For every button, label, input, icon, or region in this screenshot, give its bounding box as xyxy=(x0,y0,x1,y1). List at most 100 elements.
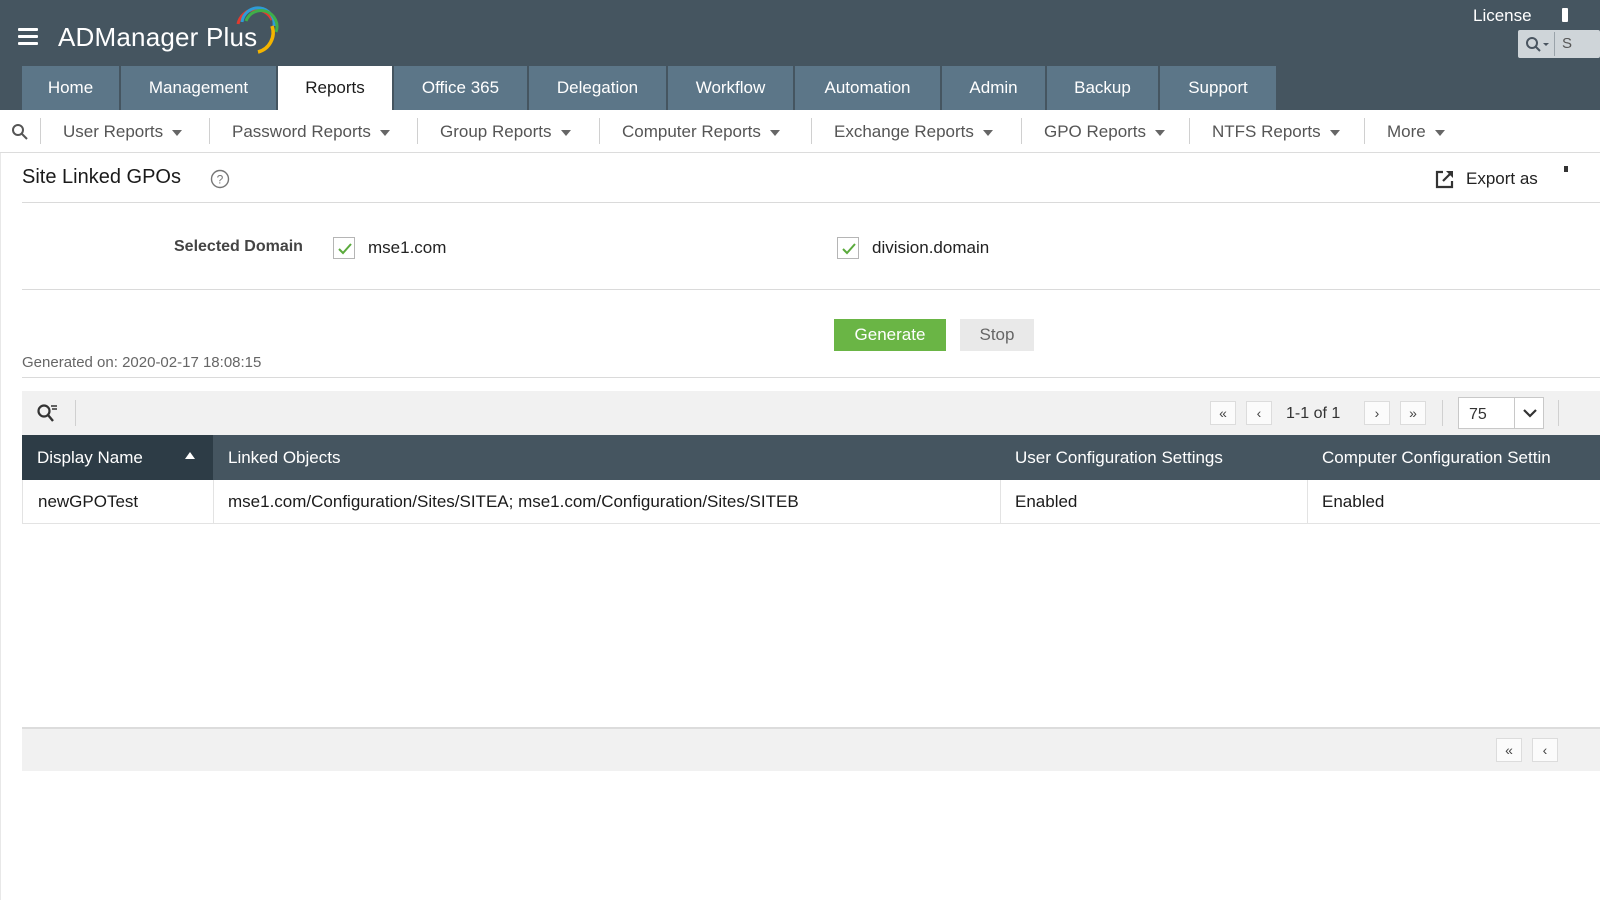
sub-nav-divider xyxy=(811,118,812,144)
hamburger-menu-icon[interactable] xyxy=(18,28,38,46)
caret-down-icon xyxy=(560,129,571,136)
table-row[interactable]: newGPOTest mse1.com/Configuration/Sites/… xyxy=(22,480,1600,524)
content-left-border xyxy=(0,153,1,900)
domain-divider xyxy=(22,289,1600,290)
sub-nav-divider xyxy=(599,118,600,144)
export-icon[interactable] xyxy=(1435,169,1455,189)
tab-workflow[interactable]: Workflow xyxy=(668,66,793,110)
export-as-button[interactable]: Export as xyxy=(1466,169,1538,189)
sub-nav-label: More xyxy=(1387,122,1426,141)
cell-display-name: newGPOTest xyxy=(38,491,139,511)
tab-reports[interactable]: Reports xyxy=(278,66,392,110)
column-divider xyxy=(1307,480,1308,524)
domain-checkbox-mse1[interactable] xyxy=(333,237,355,259)
column-divider xyxy=(213,480,214,524)
tab-support[interactable]: Support xyxy=(1160,66,1276,110)
info-icon[interactable] xyxy=(1562,8,1568,22)
sub-nav-divider xyxy=(1021,118,1022,144)
prev-page-icon[interactable]: ‹ xyxy=(1532,738,1558,762)
cell-linked-objects: mse1.com/Configuration/Sites/SITEA; mse1… xyxy=(228,491,799,511)
page-size-dropdown[interactable] xyxy=(1514,398,1544,428)
sub-nav-group-reports[interactable]: Group Reports xyxy=(440,122,571,142)
caret-down-icon xyxy=(172,129,183,136)
tab-management[interactable]: Management xyxy=(121,66,276,110)
toolbar-divider xyxy=(75,400,76,426)
pagination-info: 1-1 of 1 xyxy=(1286,405,1341,422)
sub-nav-exchange-reports[interactable]: Exchange Reports xyxy=(834,122,993,142)
sub-nav-divider xyxy=(209,118,210,144)
sub-nav-more[interactable]: More xyxy=(1387,122,1445,142)
page-size-value: 75 xyxy=(1469,406,1487,423)
column-header-computer-config[interactable]: Computer Configuration Settin xyxy=(1307,435,1600,480)
pagination-divider xyxy=(1558,400,1559,426)
help-icon[interactable]: ? xyxy=(210,169,230,189)
sub-nav-ntfs-reports[interactable]: NTFS Reports xyxy=(1212,122,1340,142)
caret-down-icon xyxy=(982,129,993,136)
cell-computer-config: Enabled xyxy=(1322,491,1385,511)
tab-delegation[interactable]: Delegation xyxy=(529,66,666,110)
page-title: Site Linked GPOs xyxy=(22,166,181,188)
checkmark-icon xyxy=(842,243,856,255)
sub-nav-label: Exchange Reports xyxy=(834,122,974,141)
cell-user-config: Enabled xyxy=(1015,491,1078,511)
tab-office-365[interactable]: Office 365 xyxy=(394,66,527,110)
sub-nav-user-reports[interactable]: User Reports xyxy=(63,122,183,142)
first-page-icon[interactable]: « xyxy=(1496,738,1522,762)
sub-nav-divider xyxy=(1364,118,1365,144)
search-icon[interactable] xyxy=(1522,32,1552,56)
sub-nav-divider xyxy=(417,118,418,144)
sub-nav-password-reports[interactable]: Password Reports xyxy=(232,122,390,142)
domain-label-mse1: mse1.com xyxy=(368,238,447,257)
tab-admin[interactable]: Admin xyxy=(942,66,1045,110)
sub-nav-divider xyxy=(1189,118,1190,144)
last-page-icon[interactable]: » xyxy=(1400,401,1426,425)
header-divider xyxy=(22,202,1600,203)
pagination-divider xyxy=(1442,400,1443,426)
svg-text:?: ? xyxy=(217,173,224,187)
global-search-box[interactable]: S xyxy=(1518,30,1600,58)
caret-down-icon xyxy=(769,129,780,136)
sub-nav-divider xyxy=(40,118,41,144)
column-header-linked-objects[interactable]: Linked Objects xyxy=(213,435,1000,480)
overflow-icon[interactable] xyxy=(1564,166,1568,172)
caret-down-icon xyxy=(379,129,390,136)
table-header: Display Name Linked Objects User Configu… xyxy=(22,435,1600,480)
logo-arc-icon xyxy=(236,6,279,54)
selected-domain-label: Selected Domain xyxy=(174,238,303,255)
prev-page-icon[interactable]: ‹ xyxy=(1246,401,1272,425)
sub-nav-computer-reports[interactable]: Computer Reports xyxy=(622,122,780,142)
column-divider xyxy=(1000,480,1001,524)
bottom-pagination-bar xyxy=(22,727,1600,771)
search-divider xyxy=(1554,32,1555,56)
sort-ascending-icon[interactable] xyxy=(185,452,195,459)
domain-label-division: division.domain xyxy=(872,238,990,257)
sub-nav-label: GPO Reports xyxy=(1044,122,1147,141)
caret-down-icon xyxy=(1155,129,1166,136)
column-header-user-config[interactable]: User Configuration Settings xyxy=(1000,435,1307,480)
domain-checkbox-division[interactable] xyxy=(837,237,859,259)
sub-nav-label: Password Reports xyxy=(232,122,371,141)
sub-nav-gpo-reports[interactable]: GPO Reports xyxy=(1044,122,1166,142)
tab-automation[interactable]: Automation xyxy=(795,66,940,110)
tab-backup[interactable]: Backup xyxy=(1047,66,1158,110)
next-page-icon[interactable]: › xyxy=(1364,401,1390,425)
stop-button[interactable]: Stop xyxy=(960,319,1034,351)
sub-nav-label: User Reports xyxy=(63,122,164,141)
report-search-icon[interactable] xyxy=(10,122,30,142)
tab-home[interactable]: Home xyxy=(22,66,119,110)
first-page-icon[interactable]: « xyxy=(1210,401,1236,425)
page-size-select[interactable]: 75 xyxy=(1458,397,1544,429)
checkmark-icon xyxy=(338,243,352,255)
generate-button[interactable]: Generate xyxy=(834,319,946,351)
search-input-text[interactable]: S xyxy=(1562,35,1572,52)
sub-nav-label: NTFS Reports xyxy=(1212,122,1321,141)
sub-nav-label: Group Reports xyxy=(440,122,552,141)
caret-down-icon xyxy=(1329,129,1340,136)
grid-search-icon[interactable] xyxy=(36,403,58,423)
sub-nav-label: Computer Reports xyxy=(622,122,761,141)
main-tabs: Home Management Reports Office 365 Deleg… xyxy=(22,66,1278,110)
generated-on-text: Generated on: 2020-02-17 18:08:15 xyxy=(22,354,262,371)
app-logo: ADManager Plus xyxy=(58,22,258,52)
generated-divider xyxy=(22,377,1600,378)
license-link[interactable]: License xyxy=(1473,6,1532,26)
